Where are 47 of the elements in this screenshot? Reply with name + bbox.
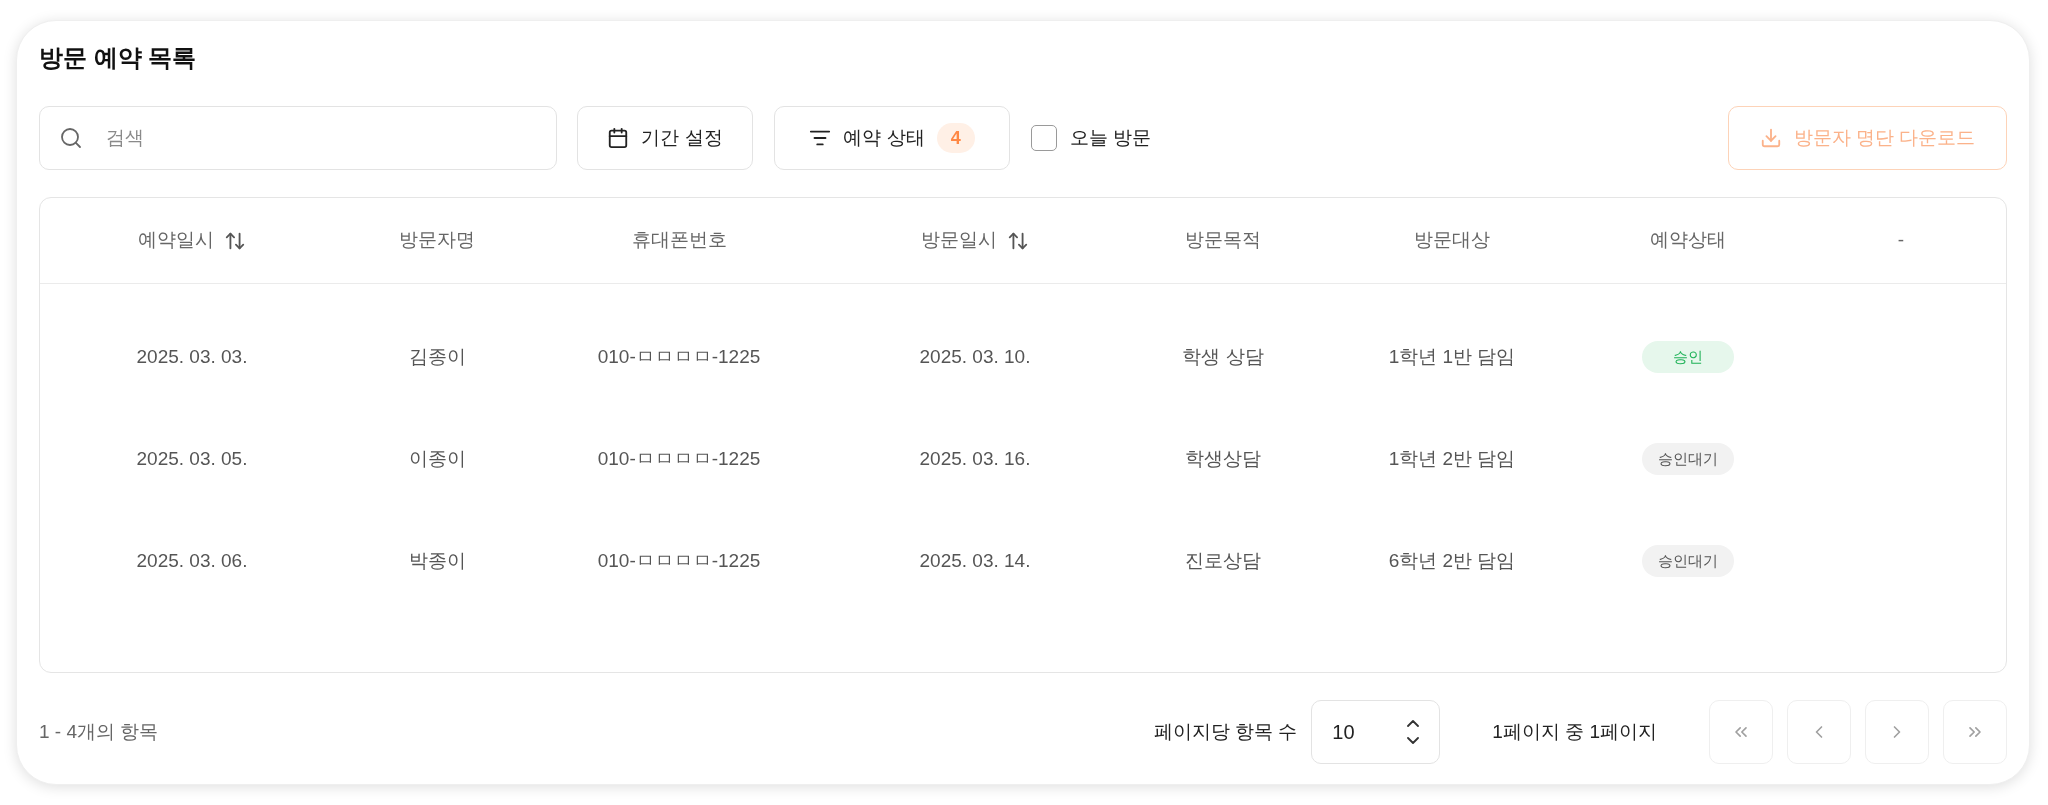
checkbox[interactable] — [1031, 125, 1057, 151]
table-cell-text: 이종이 — [408, 446, 466, 471]
column-header: 방문대상 — [1414, 228, 1490, 253]
calendar-icon — [607, 127, 630, 149]
button-label: 기간 설정 — [641, 125, 723, 150]
table-cell-text: 박종이 — [408, 548, 466, 573]
column-header: 예약상태 — [1650, 228, 1726, 253]
column-header: 휴대폰번호 — [631, 228, 727, 253]
status-badge: 승인대기 — [1642, 545, 1734, 577]
count-badge: 4 — [936, 123, 975, 153]
status-badge: 승인대기 — [1642, 443, 1734, 475]
sortable-column-header[interactable]: 예약일시 — [138, 226, 246, 255]
table-cell-text: 2025. 03. 05. — [136, 446, 248, 471]
table-cell-text: 010-ㅁㅁㅁㅁ-1225 — [597, 548, 761, 573]
checkbox-label: 오늘 방문 — [1070, 125, 1152, 150]
table-cell-text: 2025. 03. 03. — [136, 344, 248, 369]
table-cell-text: 학생 상담 — [1182, 344, 1264, 369]
column-header: 방문자명 — [399, 228, 475, 253]
status-filter-button[interactable]: 예약 상태 4 — [774, 106, 1010, 170]
table-cell-text: 1학년 1반 담임 — [1388, 344, 1516, 369]
table-cell-text: 학생상담 — [1185, 446, 1261, 471]
table-cell-text: 2025. 03. 06. — [136, 548, 248, 573]
column-header: 방문목적 — [1185, 228, 1261, 253]
table-cell-text: 김종이 — [408, 344, 466, 369]
column-header: - — [1897, 228, 1905, 253]
search-field[interactable]: 검색 — [39, 106, 557, 170]
page-info: 1페이지 중 1페이지 — [1492, 719, 1657, 744]
page-title: 방문 예약 목록 — [39, 43, 197, 73]
table-cell-text: 2025. 03. 10. — [919, 344, 1031, 369]
chevron-up-down-icon — [1407, 720, 1420, 744]
table-cell-text: 6학년 2반 담임 — [1388, 548, 1516, 573]
table-cell-text: 2025. 03. 14. — [919, 548, 1031, 573]
date-range-button[interactable]: 기간 설정 — [577, 106, 753, 170]
table-cell-text: 2025. 03. 16. — [919, 446, 1031, 471]
button-label: 예약 상태 — [843, 125, 925, 150]
rows-per-page-label: 페이지당 항목 수 — [1153, 719, 1298, 744]
sortable-column-header[interactable]: 방문일시 — [921, 226, 1029, 255]
table-cell-text: 010-ㅁㅁㅁㅁ-1225 — [597, 344, 761, 369]
page-size-select[interactable]: 10 — [1311, 700, 1441, 764]
button-label: 방문자 명단 다운로드 — [1793, 125, 1976, 150]
table-cell-text: 010-ㅁㅁㅁㅁ-1225 — [597, 446, 761, 471]
status-badge: 승인 — [1642, 341, 1734, 373]
item-count: 1 - 4개의 항목 — [39, 719, 159, 744]
table-cell-text: 진로상담 — [1185, 548, 1261, 573]
download-icon — [1759, 127, 1782, 149]
search-icon — [59, 126, 83, 150]
table-cell-text: 1학년 2반 담임 — [1388, 446, 1516, 471]
